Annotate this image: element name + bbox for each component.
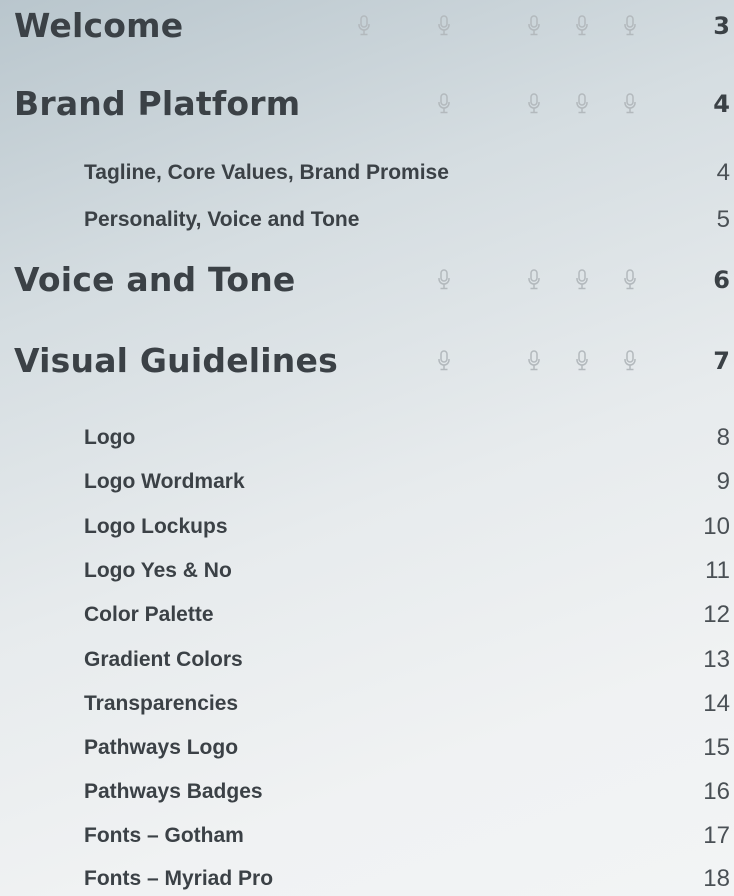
section-title: Voice and Tone [14, 260, 296, 299]
table-of-contents: Welcome 3 Brand Platform 4 Tagline, Core… [0, 0, 734, 896]
microphone-icon [623, 15, 637, 37]
page-number: 4 [716, 159, 730, 186]
microphone-icon [437, 15, 451, 37]
page-number: 12 [703, 601, 730, 628]
toc-entry[interactable]: Tagline, Core Values, Brand Promise 4 [0, 158, 734, 188]
page-number: 4 [713, 90, 730, 118]
entry-title: Logo [84, 426, 136, 449]
toc-entry[interactable]: Pathways Badges 16 [0, 777, 734, 807]
microphone-icon [575, 269, 589, 291]
entry-title: Fonts – Myriad Pro [84, 867, 274, 890]
section-title: Visual Guidelines [14, 341, 338, 380]
microphone-icon [527, 93, 541, 115]
entry-title: Pathways Logo [84, 736, 239, 759]
toc-entry[interactable]: Color Palette 12 [0, 600, 734, 630]
page-number: 18 [703, 865, 730, 892]
page-number: 10 [703, 513, 730, 540]
page-number: 7 [713, 347, 730, 375]
microphone-icon [437, 350, 451, 372]
microphone-icon [575, 350, 589, 372]
toc-entry[interactable]: Pathways Logo 15 [0, 733, 734, 763]
entry-title: Personality, Voice and Tone [84, 208, 360, 231]
entry-title: Color Palette [84, 603, 214, 626]
page-number: 6 [713, 266, 730, 294]
page-number: 15 [703, 734, 730, 761]
microphone-icon [527, 269, 541, 291]
entry-title: Logo Lockups [84, 515, 228, 538]
page-number: 3 [713, 12, 730, 40]
microphone-icon [623, 93, 637, 115]
section-title: Welcome [14, 6, 184, 45]
toc-entry[interactable]: Logo Yes & No 11 [0, 556, 734, 586]
page-number: 13 [703, 646, 730, 673]
microphone-icon [357, 15, 371, 37]
toc-section-visual-guidelines[interactable]: Visual Guidelines 7 [0, 341, 734, 381]
entry-title: Fonts – Gotham [84, 824, 244, 847]
entry-title: Logo Yes & No [84, 559, 232, 582]
page-number: 11 [705, 557, 730, 584]
toc-section-voice-and-tone[interactable]: Voice and Tone 6 [0, 260, 734, 300]
toc-entry[interactable]: Fonts – Gotham 17 [0, 821, 734, 851]
microphone-icon [575, 93, 589, 115]
page-number: 16 [703, 778, 730, 805]
toc-section-brand-platform[interactable]: Brand Platform 4 [0, 84, 734, 124]
page-number: 5 [716, 206, 730, 233]
microphone-icon [437, 269, 451, 291]
entry-title: Logo Wordmark [84, 470, 245, 493]
toc-entry[interactable]: Fonts – Myriad Pro 18 [0, 864, 734, 894]
toc-entry[interactable]: Logo Wordmark 9 [0, 467, 734, 497]
microphone-icon [623, 350, 637, 372]
page-number: 8 [716, 424, 730, 451]
entry-title: Tagline, Core Values, Brand Promise [84, 161, 449, 184]
microphone-icon [527, 350, 541, 372]
page-number: 14 [703, 690, 730, 717]
toc-entry[interactable]: Personality, Voice and Tone 5 [0, 205, 734, 235]
section-title: Brand Platform [14, 84, 301, 123]
entry-title: Transparencies [84, 692, 239, 715]
microphone-icon [575, 15, 589, 37]
entry-title: Pathways Badges [84, 780, 263, 803]
page-number: 9 [716, 468, 730, 495]
toc-entry[interactable]: Logo 8 [0, 423, 734, 453]
microphone-icon [527, 15, 541, 37]
microphone-icon [623, 269, 637, 291]
microphone-icon [437, 93, 451, 115]
page-number: 17 [703, 822, 730, 849]
toc-section-welcome[interactable]: Welcome 3 [0, 6, 734, 46]
toc-entry[interactable]: Transparencies 14 [0, 689, 734, 719]
entry-title: Gradient Colors [84, 648, 243, 671]
toc-entry[interactable]: Logo Lockups 10 [0, 512, 734, 542]
toc-entry[interactable]: Gradient Colors 13 [0, 645, 734, 675]
